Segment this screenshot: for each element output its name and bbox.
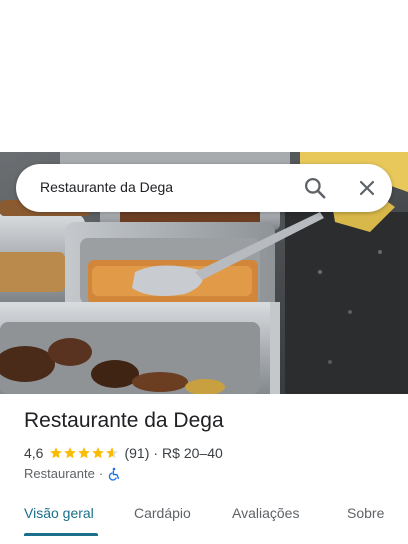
wheelchair-icon	[108, 467, 120, 481]
active-tab-indicator	[24, 533, 98, 536]
search-input[interactable]: Restaurante da Dega	[40, 179, 173, 195]
separator-dot: ·	[153, 445, 159, 461]
close-icon[interactable]	[355, 176, 379, 200]
star-icon	[106, 447, 119, 459]
star-icon	[50, 447, 63, 459]
rating-row[interactable]: 4,6 (91) · R$ 20–40	[24, 445, 223, 461]
review-count[interactable]: (91)	[124, 445, 149, 461]
rating-value: 4,6	[24, 445, 44, 461]
tab-about[interactable]: Sobre	[347, 505, 384, 521]
star-icon	[92, 447, 105, 459]
tab-menu[interactable]: Cardápio	[134, 505, 191, 521]
separator-dot: ·	[98, 466, 104, 481]
place-category[interactable]: Restaurante	[24, 466, 95, 481]
price-range: R$ 20–40	[162, 445, 223, 461]
place-tabs: Visão geral Cardápio Avaliações Sobre	[0, 496, 408, 536]
star-icon	[78, 447, 91, 459]
tab-reviews[interactable]: Avaliações	[232, 505, 299, 521]
star-rating	[49, 446, 119, 460]
search-bar[interactable]: Restaurante da Dega	[16, 164, 392, 212]
place-title: Restaurante da Dega	[24, 409, 224, 432]
star-icon	[64, 447, 77, 459]
tab-overview[interactable]: Visão geral	[24, 505, 94, 521]
search-icon[interactable]	[302, 175, 328, 201]
category-row: Restaurante ·	[24, 466, 121, 481]
